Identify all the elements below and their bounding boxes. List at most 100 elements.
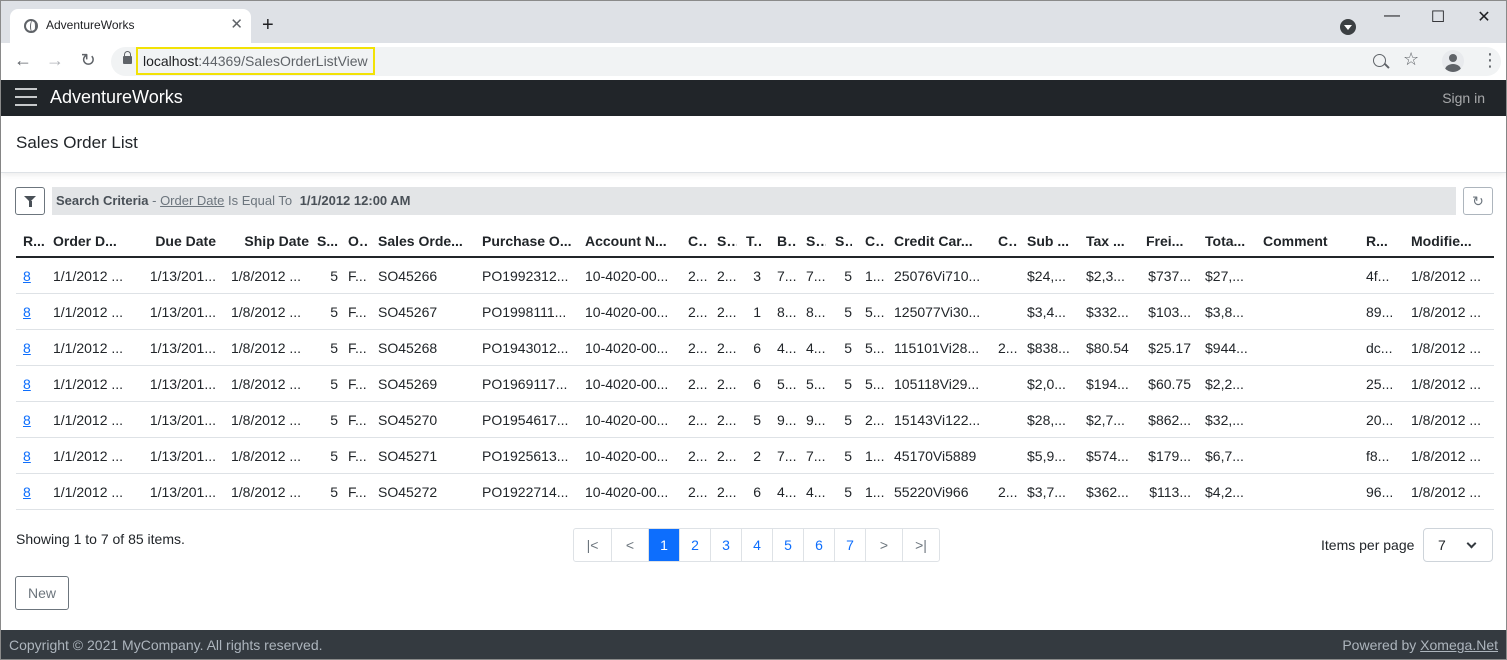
first-page-button[interactable]: |< — [574, 529, 611, 561]
table-row[interactable]: 8 1/1/2012 ... 1/13/201... 1/8/2012 ... 5 F..… — [16, 366, 1494, 402]
table-cell — [1263, 474, 1348, 509]
reload-icon[interactable]: ↻ — [78, 50, 98, 70]
bookmark-star-icon[interactable]: ☆ — [1403, 49, 1419, 70]
minimize-icon[interactable]: — — [1382, 7, 1402, 25]
new-button[interactable]: New — [15, 576, 69, 610]
column-header[interactable]: Comment — [1263, 225, 1348, 256]
maximize-icon[interactable]: ☐ — [1428, 7, 1448, 27]
column-header[interactable]: S... — [835, 225, 852, 256]
filter-icon[interactable] — [15, 187, 45, 215]
url-text[interactable]: localhost:44369/SalesOrderListView — [136, 47, 375, 75]
page-button-1[interactable]: 1 — [648, 529, 679, 561]
row-link[interactable]: 8 — [23, 330, 53, 365]
table-cell: 125077Vi30... — [894, 304, 981, 320]
column-header[interactable]: R... — [1366, 225, 1394, 256]
table-cell: 105118Vi29... — [894, 376, 980, 392]
refresh-icon[interactable]: ↻ — [1463, 187, 1493, 215]
profile-icon[interactable] — [1442, 50, 1464, 72]
sign-in-link[interactable]: Sign in — [1442, 90, 1485, 106]
column-header[interactable]: T... — [746, 225, 761, 256]
column-header[interactable]: Due Date — [138, 225, 216, 256]
column-header[interactable]: Account N... — [585, 225, 673, 256]
column-header[interactable]: Ship Date — [231, 225, 309, 256]
table-row[interactable]: 8 1/1/2012 ... 1/13/201... 1/8/2012 ... 5 F..… — [16, 402, 1494, 438]
table-row[interactable]: 8 1/1/2012 ... 1/13/201... 1/8/2012 ... 5 F..… — [16, 294, 1494, 330]
items-per-page-label: Items per page — [1321, 537, 1415, 553]
address-bar[interactable]: localhost:44369/SalesOrderListView ☆ ⋮ — [111, 47, 1501, 76]
new-tab-icon[interactable]: + — [262, 14, 274, 36]
column-header[interactable]: C... — [865, 225, 885, 256]
table-cell: 1/8/2012 ... — [1411, 412, 1482, 428]
table-cell: 1/8/2012 ... — [231, 412, 302, 428]
close-tab-icon[interactable]: ✕ — [230, 16, 243, 34]
column-header[interactable]: Tax ... — [1086, 225, 1134, 256]
hamburger-icon[interactable] — [15, 88, 37, 106]
row-link[interactable]: 8 — [23, 258, 53, 293]
column-header[interactable]: Tota... — [1205, 225, 1253, 256]
table-cell: 1... — [865, 268, 885, 284]
column-header[interactable]: Sales Orde... — [378, 225, 466, 256]
powered-by: Powered by Xomega.Net — [1342, 637, 1498, 653]
table-row[interactable]: 8 1/1/2012 ... 1/13/201... 1/8/2012 ... 5 F..… — [16, 330, 1494, 366]
column-header[interactable]: Order D... — [53, 225, 131, 256]
table-cell: 1/13/201... — [149, 412, 216, 428]
table-cell: 15143Vi122... — [894, 412, 981, 428]
search-criteria-bar[interactable]: Search Criteria - Order Date Is Equal To… — [52, 187, 1456, 215]
table-cell — [1263, 438, 1348, 473]
browser-tab[interactable]: AdventureWorks ✕ — [10, 9, 251, 44]
forward-icon[interactable]: → — [45, 50, 65, 70]
column-header[interactable]: Purchase O... — [482, 225, 574, 256]
column-header[interactable]: S... — [314, 225, 338, 256]
table-cell: 10-4020-00... — [585, 484, 669, 500]
column-header[interactable]: C... — [998, 225, 1018, 256]
column-header[interactable]: Frei... — [1146, 225, 1191, 256]
row-link[interactable]: 8 — [23, 438, 53, 473]
column-header[interactable]: O... — [348, 225, 368, 256]
xomega-link[interactable]: Xomega.Net — [1420, 637, 1498, 653]
column-header[interactable]: Sub ... — [1027, 225, 1075, 256]
table-cell: 8... — [806, 304, 826, 320]
table-cell: 2... — [688, 412, 708, 428]
column-header[interactable]: B... — [777, 225, 797, 256]
last-page-button[interactable]: >| — [902, 529, 939, 561]
table-cell: $28,... — [1027, 412, 1066, 428]
tab-search-icon[interactable] — [1340, 19, 1356, 35]
zoom-icon[interactable] — [1373, 54, 1386, 67]
sales-order-grid: R...Order D...Due DateShip DateS...O...S… — [16, 225, 1494, 510]
table-row[interactable]: 8 1/1/2012 ... 1/13/201... 1/8/2012 ... 5 F..… — [16, 438, 1494, 474]
next-page-button[interactable]: > — [865, 529, 902, 561]
back-icon[interactable]: ← — [13, 50, 33, 70]
kebab-menu-icon[interactable]: ⋮ — [1481, 50, 1499, 70]
column-header[interactable]: S... — [717, 225, 737, 256]
page-button-6[interactable]: 6 — [803, 529, 834, 561]
column-header[interactable]: R... — [23, 225, 53, 256]
page-button-4[interactable]: 4 — [741, 529, 772, 561]
column-header[interactable]: Modifie... — [1411, 225, 1491, 256]
table-cell: 7... — [806, 448, 826, 464]
row-link[interactable]: 8 — [23, 474, 53, 509]
table-cell: $25.17 — [1148, 340, 1191, 356]
table-cell: 4... — [777, 484, 797, 500]
items-per-page-select[interactable]: 7 — [1423, 528, 1493, 562]
table-cell: 6 — [753, 376, 761, 392]
table-cell: $2,0... — [1027, 376, 1066, 392]
page-button-5[interactable]: 5 — [772, 529, 803, 561]
page-button-2[interactable]: 2 — [679, 529, 710, 561]
close-window-icon[interactable]: ✕ — [1474, 7, 1494, 27]
table-cell: 1/13/201... — [149, 268, 216, 284]
column-header[interactable]: S... — [806, 225, 826, 256]
criteria-separator: - — [148, 193, 161, 208]
table-cell — [1263, 402, 1348, 437]
table-row[interactable]: 8 1/1/2012 ... 1/13/201... 1/8/2012 ... 5 F..… — [16, 474, 1494, 510]
prev-page-button[interactable]: < — [611, 529, 648, 561]
column-header[interactable]: C... — [688, 225, 708, 256]
app-brand[interactable]: AdventureWorks — [50, 87, 183, 108]
page-button-7[interactable]: 7 — [834, 529, 865, 561]
column-header[interactable]: Credit Car... — [894, 225, 982, 256]
table-cell: $3,4... — [1027, 304, 1066, 320]
page-button-3[interactable]: 3 — [710, 529, 741, 561]
table-row[interactable]: 8 1/1/2012 ... 1/13/201... 1/8/2012 ... 5 F..… — [16, 258, 1494, 294]
row-link[interactable]: 8 — [23, 402, 53, 437]
row-link[interactable]: 8 — [23, 366, 53, 401]
row-link[interactable]: 8 — [23, 294, 53, 329]
